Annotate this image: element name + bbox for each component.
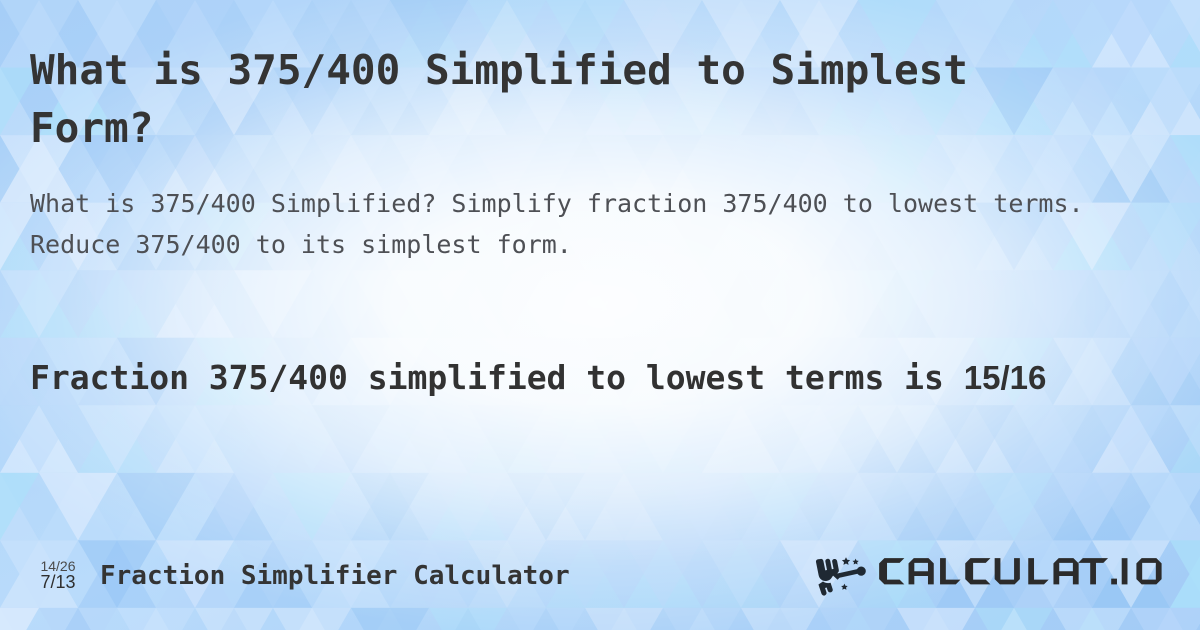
page-title: What is 375/400 Simplified to Simplest F… bbox=[30, 46, 968, 153]
brand-wordmark bbox=[876, 555, 1170, 597]
result-statement: Fraction 375/400 simplified to lowest te… bbox=[30, 353, 1165, 403]
footer-left-group: 14/26 7/13 Fraction Simplifier Calculato… bbox=[30, 559, 570, 593]
footer: 14/26 7/13 Fraction Simplifier Calculato… bbox=[0, 534, 1200, 630]
footer-calculator-label: Fraction Simplifier Calculator bbox=[100, 560, 570, 591]
result-prefix: Fraction 375/400 simplified to lowest te… bbox=[30, 358, 944, 397]
brand-wordmark-svg bbox=[879, 558, 1162, 585]
fraction-icon-bottom: 7/13 bbox=[40, 572, 76, 593]
result-answer: 15/16 bbox=[963, 359, 1047, 396]
fraction-icon: 14/26 7/13 bbox=[30, 559, 86, 593]
brand-logo[interactable] bbox=[814, 552, 1170, 600]
page-description: What is 375/400 Simplified? Simplify fra… bbox=[30, 189, 1084, 259]
hand-magic-wand-icon bbox=[815, 557, 866, 596]
og-image-card: What is 375/400 Simplified to Simplest F… bbox=[0, 0, 1200, 630]
